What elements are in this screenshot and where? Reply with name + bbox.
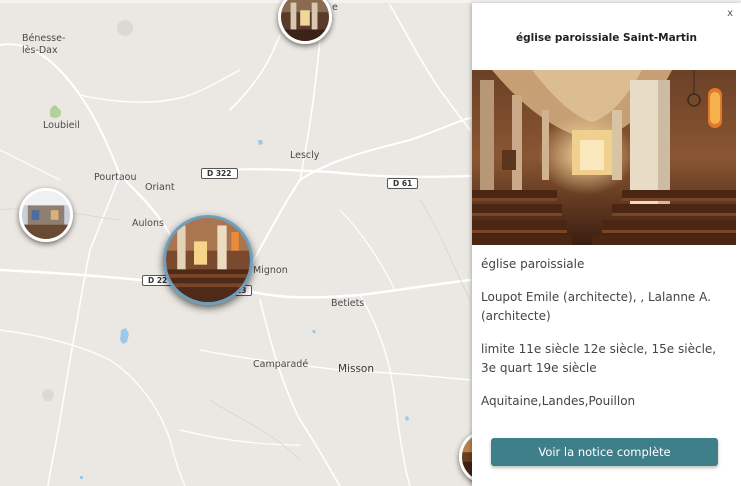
place-label-mignon: Mignon — [253, 265, 288, 276]
panel-title: église paroissiale Saint-Martin — [516, 32, 697, 44]
place-label-betiets: Betiets — [331, 298, 365, 309]
info-location: Aquitaine,Landes,Pouillon — [481, 394, 636, 408]
road-shield-d322: D 322 — [201, 168, 238, 179]
info-type: église paroissiale — [481, 257, 585, 271]
place-label-loubieil: Loubieil — [43, 120, 80, 131]
view-full-record-button[interactable]: Voir la notice complète — [491, 438, 718, 466]
church-photo-icon — [166, 218, 250, 302]
church-marker-left[interactable] — [19, 188, 73, 242]
place-label-camparade: Camparadé — [253, 359, 309, 370]
church-interior-photo — [472, 70, 736, 245]
church-photo-icon — [281, 0, 329, 41]
place-label-partial: e — [332, 2, 338, 13]
close-button[interactable]: x — [727, 8, 733, 19]
place-label-aulons: Aulons — [132, 218, 164, 229]
place-label-misson: Misson — [338, 363, 374, 375]
church-photo-icon — [22, 191, 70, 239]
church-interior-photo-icon — [472, 70, 736, 245]
info-period: limite 11e siècle 12e siècle, 15e siècle… — [481, 342, 717, 375]
place-label-lescly: Lescly — [290, 150, 320, 161]
info-authors: Loupot Emile (architecte), , Lalanne A. … — [481, 290, 711, 323]
place-label-oriant: Oriant — [145, 182, 175, 193]
info-panel: x église paroissiale Saint-Martin église… — [472, 3, 741, 486]
place-label-benesse: Bénesse- lès-Dax — [22, 33, 66, 56]
road-shield-d61: D 61 — [387, 178, 419, 189]
place-label-pourtaou: Pourtaou — [94, 172, 137, 183]
church-marker-selected[interactable] — [163, 215, 253, 305]
